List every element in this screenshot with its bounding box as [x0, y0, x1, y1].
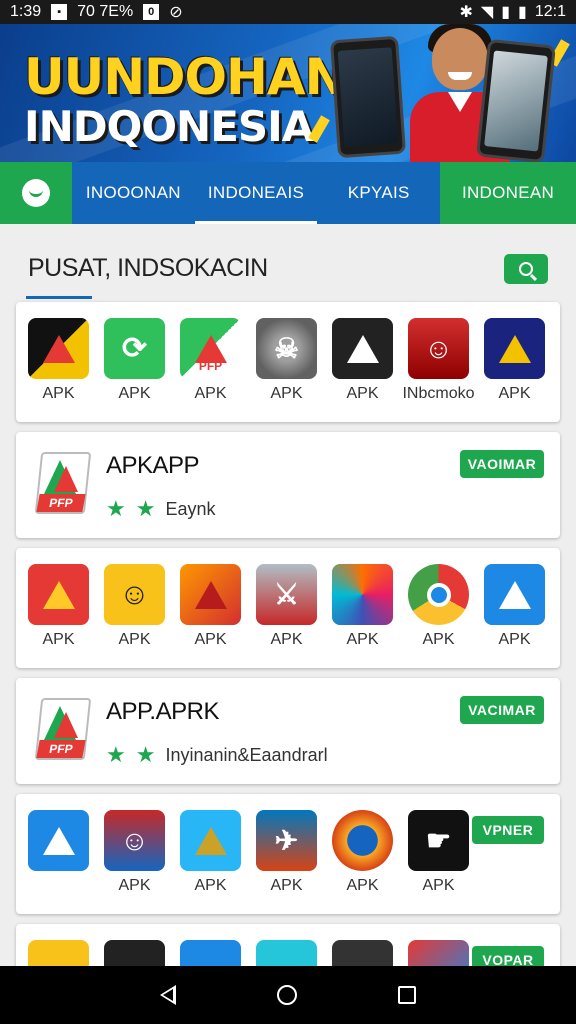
notification-icon: ▪ — [51, 4, 68, 20]
star-icon: ★ — [106, 496, 126, 521]
featured-app-button[interactable]: VAOIMAR — [460, 450, 544, 478]
app-item[interactable]: APK — [332, 564, 393, 649]
app-item[interactable]: APK — [180, 564, 241, 649]
home-icon[interactable] — [276, 985, 297, 1005]
tab-3[interactable]: KPYAIS — [317, 162, 440, 224]
navy-yellow-a-icon — [484, 318, 545, 379]
app-item[interactable]: ☺ APK — [104, 564, 165, 649]
red-a-icon — [28, 564, 89, 625]
app-item[interactable]: APK — [28, 318, 89, 403]
app-item[interactable]: ✈ APK — [256, 810, 317, 895]
section-title: PUSAT, INDSOKACIN — [28, 254, 268, 282]
fire-triangle-icon — [180, 564, 241, 625]
back-icon[interactable] — [160, 985, 177, 1005]
app-item[interactable]: APK — [180, 810, 241, 895]
app-item[interactable]: APK — [332, 318, 393, 403]
system-nav-bar — [0, 966, 576, 1024]
app-item[interactable]: APK — [408, 564, 469, 649]
robot-warrior-icon: ⚔ — [256, 564, 317, 625]
tab-2[interactable]: INDONEAIS — [194, 162, 318, 224]
pfp-icon: PFP — [180, 318, 241, 379]
battery-icon: ▮ — [518, 4, 527, 21]
app-item[interactable]: ☠ APK — [256, 318, 317, 403]
nav-home-button[interactable] — [0, 162, 72, 224]
app-item[interactable] — [28, 810, 89, 895]
tab-4[interactable]: INDONEAN — [440, 162, 576, 224]
star-icon: ★ — [135, 496, 156, 521]
app-row-card-3: ☺ APK APK ✈ APK APK ☛ APK VPNER — [16, 794, 560, 914]
app-aprk-logo-icon: PFP — [34, 698, 92, 762]
chrome-like-icon — [408, 564, 469, 625]
app-item[interactable]: ⚔ APK — [256, 564, 317, 649]
phone-left-image — [329, 35, 407, 159]
app-item[interactable]: ☺ APK — [104, 810, 165, 895]
featured-app-rating: ★ ★ Eaynk — [106, 496, 216, 521]
phone-right-image — [476, 38, 556, 162]
status-time: 1:39 — [10, 3, 42, 20]
app-item[interactable]: APK — [484, 564, 545, 649]
star-icon: ★ — [135, 742, 156, 767]
hand-icon: ☛ — [408, 810, 469, 871]
soccer-player-icon: ☺ — [104, 810, 165, 871]
app-row-card-1: APK ⟳ APK PFP APK ☠ APK APK ☺ INbcmoko A… — [16, 302, 560, 422]
featured-app-card-1[interactable]: PFP APKAPP ★ ★ Eaynk VAOIMAR — [16, 432, 560, 538]
promo-banner[interactable]: UUNDOHAN INDQONESIA — [0, 24, 576, 162]
green-refresh-icon: ⟳ — [104, 318, 165, 379]
gold-a-icon — [180, 810, 241, 871]
app-item[interactable]: ☛ APK — [408, 810, 469, 895]
section-underline — [26, 296, 92, 299]
search-button[interactable] — [504, 254, 548, 284]
helmet-person-icon: ☺ — [408, 318, 469, 379]
notification-box-icon: 0 — [143, 4, 160, 20]
app-item[interactable]: APK — [332, 810, 393, 895]
badge-icon — [332, 810, 393, 871]
robot-icon: ☠ — [256, 318, 317, 379]
status-text: 70 7E% — [77, 3, 134, 20]
star-icon: ★ — [106, 742, 126, 767]
app-row-card-2: APK ☺ APK APK ⚔ APK APK APK APK — [16, 548, 560, 668]
app-item[interactable]: APK — [484, 318, 545, 403]
blue-triangle-icon — [28, 810, 89, 871]
blue-triangle-icon — [484, 564, 545, 625]
black-triangle-icon — [332, 318, 393, 379]
banner-title-line1: UUNDOHAN — [24, 48, 346, 106]
featured-app-rating: ★ ★ Inyinanin&Eaandrarl — [106, 742, 328, 767]
screen: 1:39 ▪ 70 7E% 0 ⊘ ✱ ◥ ▮ ▮ 12:1 UUNDOHAN … — [0, 0, 576, 1024]
banner-title-line2: INDQONESIA — [24, 102, 314, 151]
swirl-icon — [332, 564, 393, 625]
black-yellow-a-icon — [28, 318, 89, 379]
police-icon: ☺ — [104, 564, 165, 625]
wifi-icon: ◥ — [480, 4, 494, 21]
row-action-button[interactable]: VPNER — [472, 816, 544, 844]
category-nav: INOOONAN INDONEAIS KPYAIS INDONEAN — [0, 162, 576, 224]
smile-icon — [22, 179, 50, 207]
status-bar: 1:39 ▪ 70 7E% 0 ⊘ ✱ ◥ ▮ ▮ 12:1 — [0, 0, 576, 24]
apkapp-logo-icon: PFP — [34, 452, 92, 516]
app-item[interactable]: ☺ INbcmoko — [402, 318, 475, 403]
app-item[interactable]: APK — [28, 564, 89, 649]
app-item[interactable]: ⟳ APK — [104, 318, 165, 403]
app-item[interactable]: PFP APK — [180, 318, 241, 403]
featured-app-button[interactable]: VACIMAR — [460, 696, 544, 724]
tab-1[interactable]: INOOONAN — [72, 162, 195, 224]
featured-app-card-2[interactable]: PFP APP.APRK ★ ★ Inyinanin&Eaandrarl VAC… — [16, 678, 560, 784]
featured-app-title: APP.APRK — [106, 698, 219, 725]
search-icon — [519, 262, 533, 276]
blocked-icon: ⊘ — [169, 4, 183, 21]
signal-icon: ▮ — [501, 4, 511, 21]
bluetooth-icon: ✱ — [459, 4, 473, 21]
recents-icon[interactable] — [397, 986, 416, 1004]
jet-icon: ✈ — [256, 810, 317, 871]
featured-app-title: APKAPP — [106, 452, 200, 479]
status-clock: 12:1 — [534, 3, 566, 20]
